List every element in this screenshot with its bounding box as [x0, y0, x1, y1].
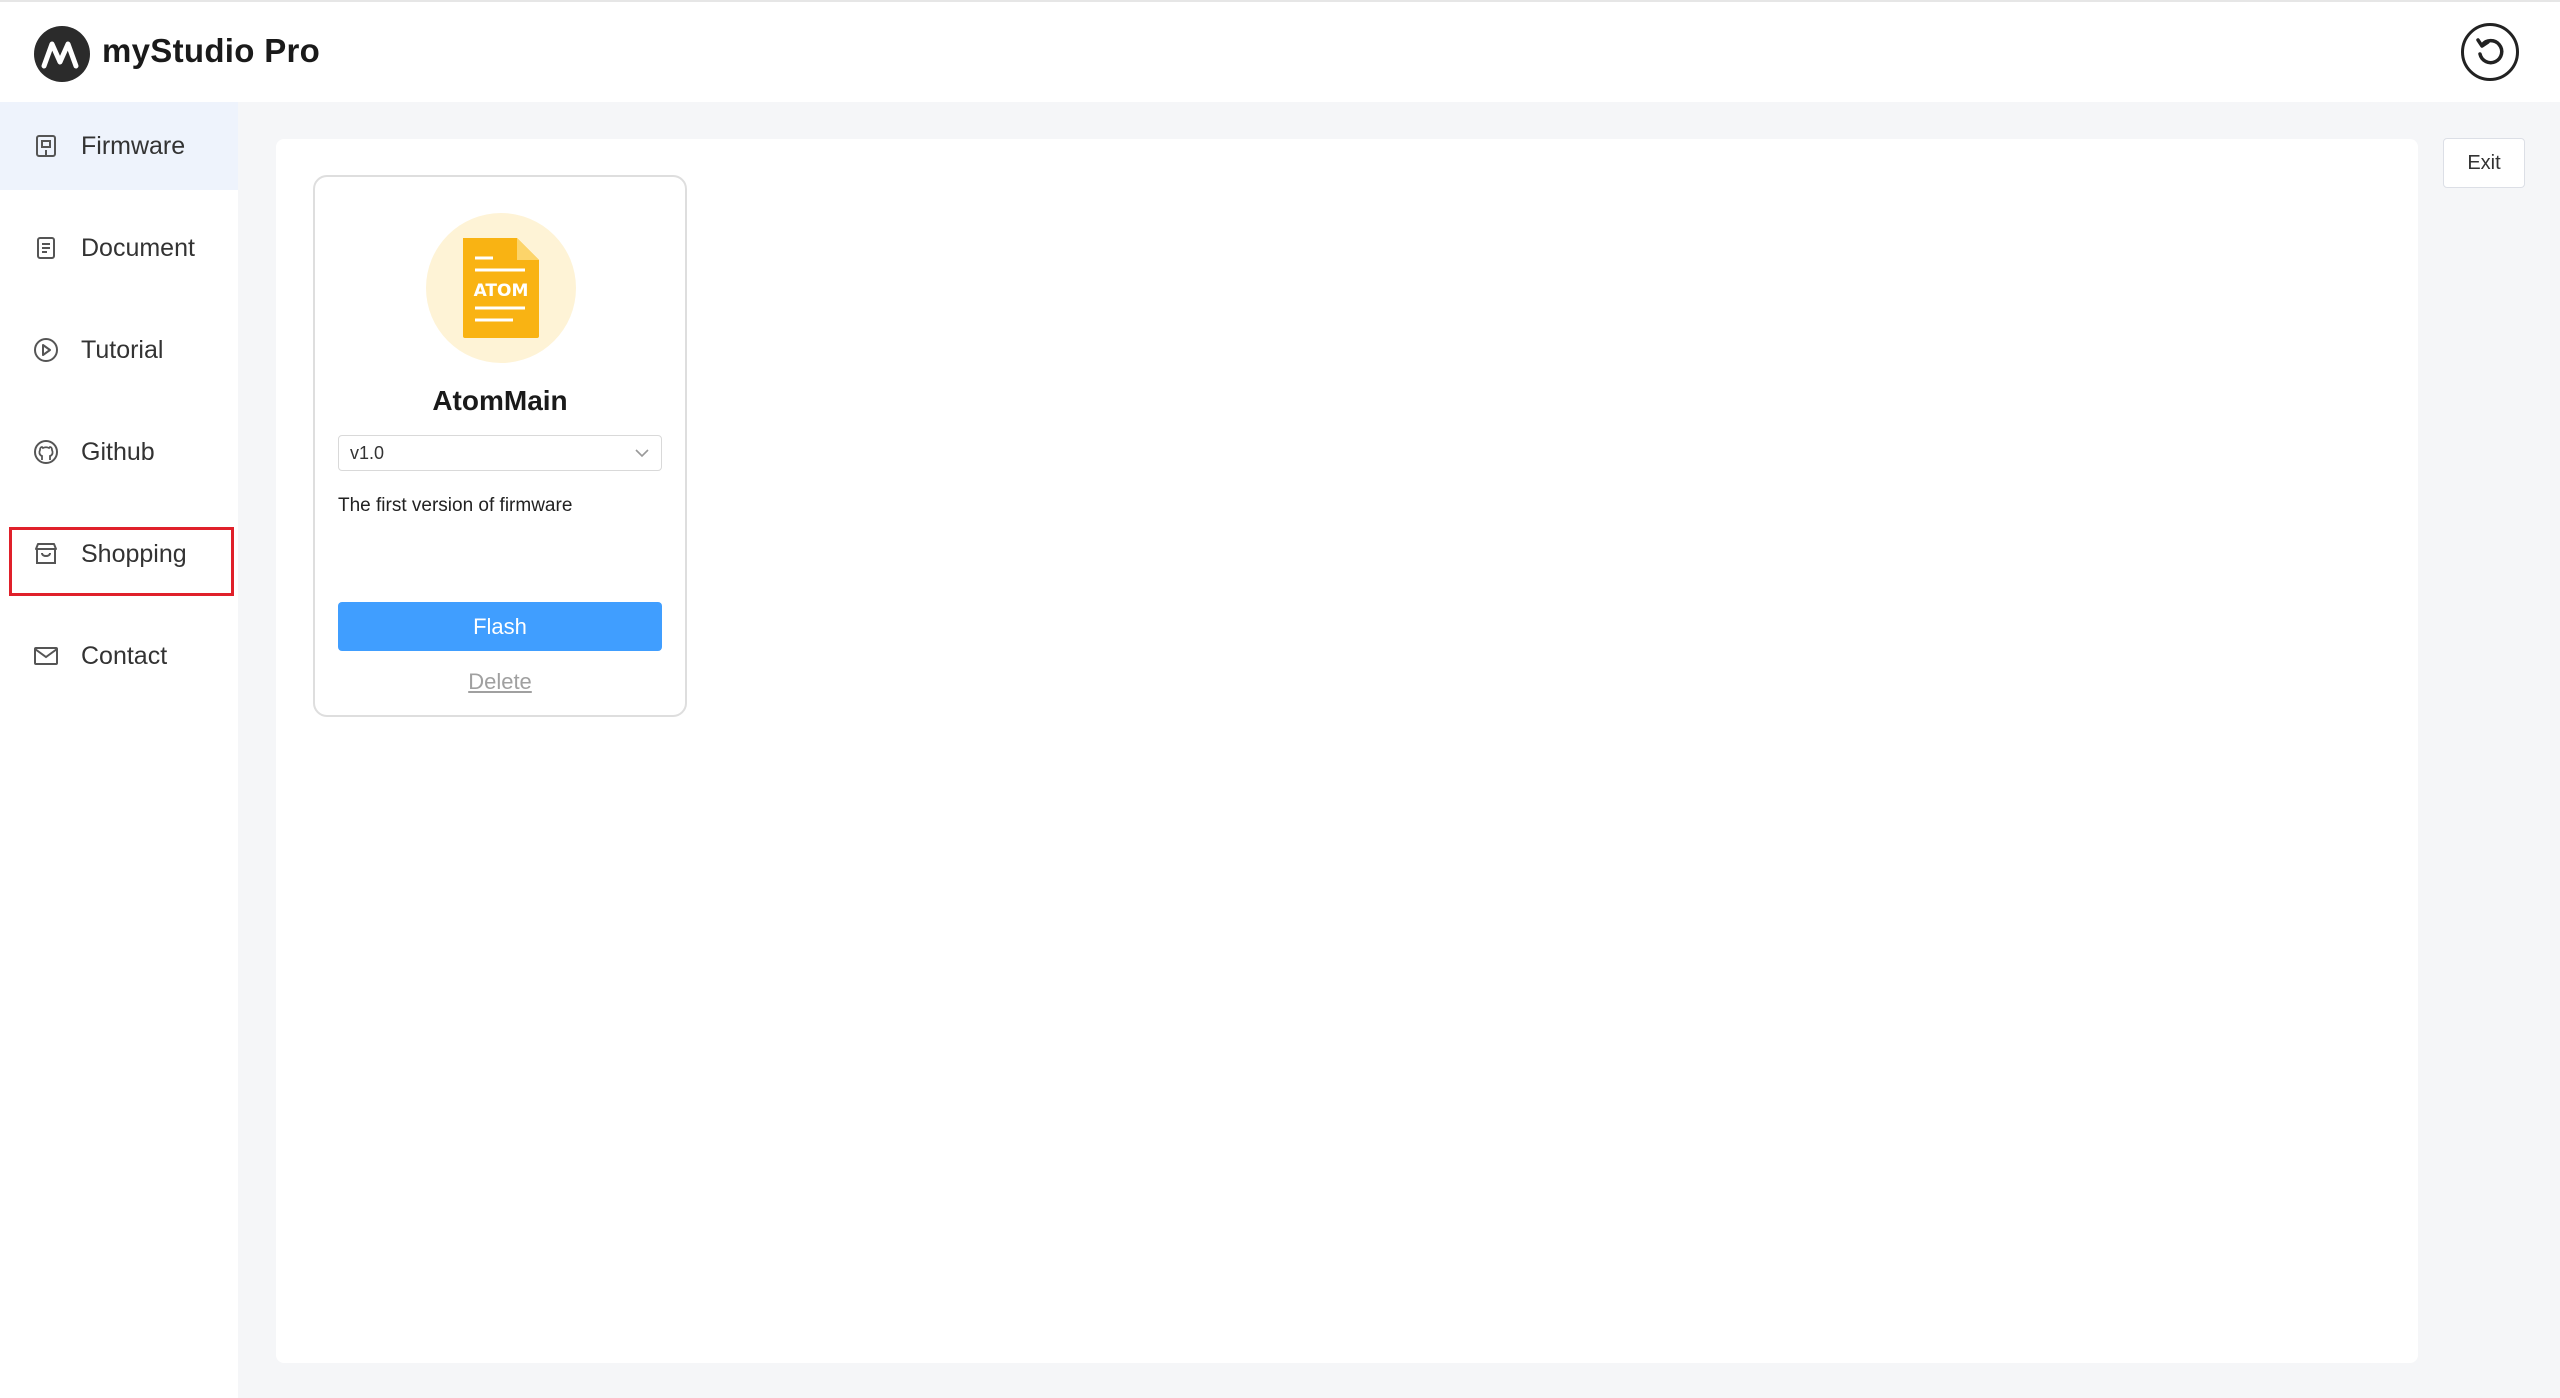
app-header: myStudio Pro: [0, 0, 2560, 102]
sidebar-item-shopping[interactable]: Shopping: [0, 510, 238, 598]
firmware-file-icon: ATOM: [426, 213, 576, 363]
mystudio-logo-icon: [34, 26, 90, 82]
shop-icon: [31, 539, 61, 569]
sidebar-item-label: Github: [81, 437, 155, 466]
flash-button[interactable]: Flash: [338, 602, 662, 651]
chevron-down-icon: [635, 449, 649, 458]
undo-button[interactable]: [2461, 23, 2519, 81]
sidebar-item-label: Contact: [81, 641, 168, 670]
mail-icon: [31, 641, 61, 671]
sidebar-item-github[interactable]: Github: [0, 408, 238, 496]
play-circle-icon: [31, 335, 61, 365]
undo-circle-icon: [2476, 38, 2504, 65]
file-icon-text: ATOM: [474, 281, 529, 301]
exit-button[interactable]: Exit: [2443, 138, 2525, 188]
sidebar-item-label: Tutorial: [81, 335, 164, 364]
version-select[interactable]: v1.0: [338, 435, 662, 471]
app-title: myStudio Pro: [102, 32, 321, 69]
sidebar-item-label: Firmware: [81, 131, 186, 160]
sidebar-item-label: Shopping: [81, 539, 187, 568]
firmware-description: The first version of firmware: [338, 495, 573, 516]
sidebar-item-contact[interactable]: Contact: [0, 612, 238, 700]
firmware-name: AtomMain: [432, 385, 568, 416]
github-icon: [31, 437, 61, 467]
sidebar-item-tutorial[interactable]: Tutorial: [0, 306, 238, 394]
document-icon: [31, 233, 61, 263]
delete-link[interactable]: Delete: [315, 669, 685, 695]
sidebar: Firmware Document Tutorial Github Shoppi…: [0, 102, 238, 1398]
sidebar-item-firmware[interactable]: Firmware: [0, 102, 238, 190]
version-select-value: v1.0: [350, 443, 385, 463]
sidebar-item-document[interactable]: Document: [0, 204, 238, 292]
firmware-icon: [31, 131, 61, 161]
firmware-card: ATOM AtomMain v1.0 The first version of …: [313, 175, 687, 717]
sidebar-item-label: Document: [81, 233, 195, 262]
